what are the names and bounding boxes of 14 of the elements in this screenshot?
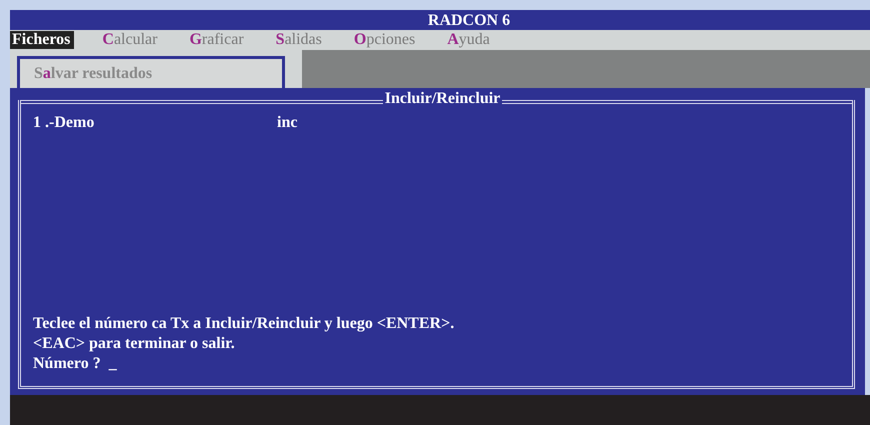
menu-item[interactable]: Ficheros <box>10 31 74 49</box>
instruction-text: <EAC> para terminar o salir. <box>33 334 236 354</box>
list-entry[interactable]: 1 .-Demo <box>33 114 277 132</box>
menu-item[interactable]: Ayuda <box>445 31 494 49</box>
prompt-label: Número ? <box>33 354 101 374</box>
menu-item[interactable]: Graficar <box>187 31 248 49</box>
menu-item[interactable]: Opciones <box>352 31 420 49</box>
status-text: inc <box>277 114 298 132</box>
menu-item[interactable]: Calcular <box>100 31 162 49</box>
text-cursor[interactable]: _ <box>108 354 117 374</box>
menu-item[interactable]: Salvar resultados <box>20 64 152 82</box>
window-title: RADCON 6 <box>428 12 510 30</box>
instruction-text: Teclee el número ca Tx a Incluir/Reincluir y luego <ENTER>. <box>33 314 456 334</box>
menu-item[interactable]: Salidas <box>274 31 326 49</box>
